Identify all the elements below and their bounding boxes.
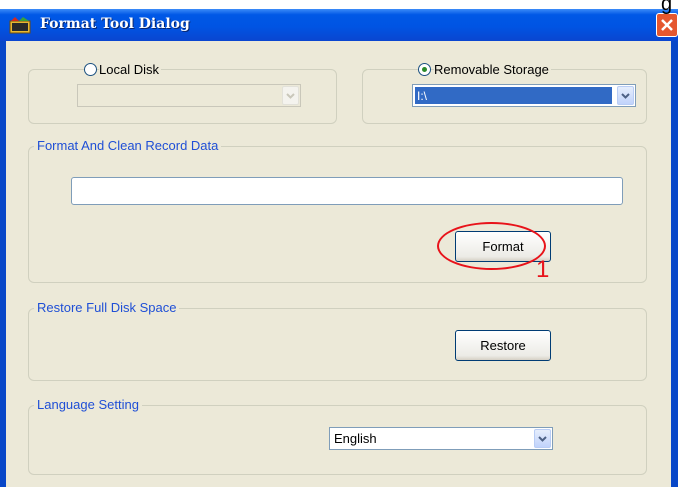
language-dropdown-value: English	[334, 431, 377, 446]
chevron-down-icon	[538, 436, 547, 442]
language-group-legend: Language Setting	[34, 397, 142, 412]
removable-storage-dropdown-value: I:\	[417, 89, 428, 103]
restore-group	[28, 308, 647, 381]
app-icon	[9, 17, 31, 34]
local-disk-label: Local Disk	[99, 62, 161, 77]
removable-storage-radio[interactable]	[418, 63, 431, 76]
format-progress-field[interactable]	[71, 177, 623, 205]
radio-selected-dot	[422, 67, 427, 72]
annotation-step-number: 1	[536, 256, 550, 283]
window-title: Format Tool Dialog	[40, 16, 190, 32]
removable-storage-label: Removable Storage	[434, 62, 551, 77]
removable-storage-dropdown-button[interactable]	[617, 86, 634, 105]
local-disk-dropdown[interactable]	[77, 84, 301, 107]
format-group	[28, 146, 647, 283]
language-dropdown-button[interactable]	[534, 429, 551, 448]
format-tool-dialog: Format Tool Dialog g Local Disk Removabl…	[0, 0, 678, 487]
close-icon	[661, 19, 673, 31]
restore-button[interactable]: Restore	[455, 330, 551, 361]
chevron-down-icon	[286, 93, 295, 99]
removable-storage-dropdown[interactable]: I:\	[412, 84, 636, 107]
local-disk-dropdown-button[interactable]	[282, 86, 299, 105]
annotation-highlight-circle	[437, 222, 546, 270]
restore-group-legend: Restore Full Disk Space	[34, 300, 180, 315]
chevron-down-icon	[621, 93, 630, 99]
format-group-legend: Format And Clean Record Data	[34, 138, 222, 153]
restore-button-label: Restore	[480, 338, 526, 353]
dropdown-selection-highlight	[415, 87, 612, 104]
local-disk-radio[interactable]	[84, 63, 97, 76]
language-dropdown[interactable]: English	[329, 427, 553, 450]
cropped-text: g	[661, 0, 673, 15]
window-frame-right	[671, 41, 678, 487]
close-button[interactable]	[656, 13, 678, 37]
